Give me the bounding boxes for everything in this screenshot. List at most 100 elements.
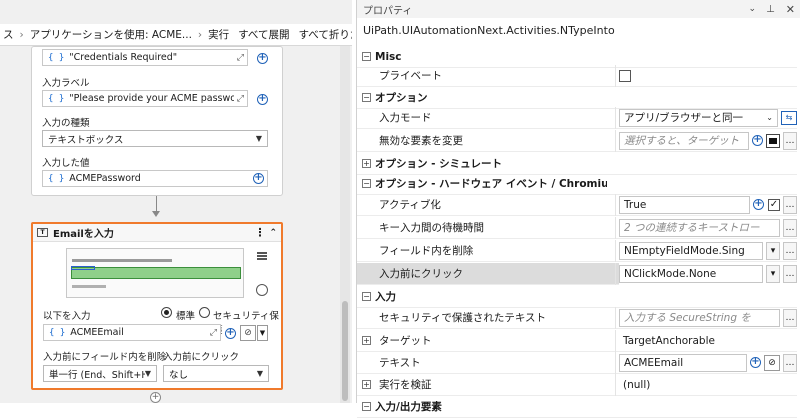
close-icon[interactable]: ✕ bbox=[780, 3, 800, 16]
collapse-toggle-icon[interactable]: − bbox=[362, 179, 371, 188]
scrollbar-thumb[interactable] bbox=[342, 301, 348, 401]
target-screenshot[interactable] bbox=[66, 248, 244, 298]
hide-eye-icon[interactable]: ⊘ bbox=[764, 354, 780, 371]
eye-dropdown-chevron-icon[interactable]: ▼ bbox=[257, 325, 268, 341]
designer-scrollbar[interactable] bbox=[340, 46, 350, 403]
prop-input-mode[interactable]: 入力モード アプリ/ブラウザーと同一 ⌄ ⇆ bbox=[357, 107, 797, 129]
collapse-toggle-icon[interactable]: − bbox=[362, 93, 371, 102]
dropdown-arrow-icon[interactable]: ▾ bbox=[766, 241, 780, 260]
prop-verify[interactable]: + 実行を検証 (null) bbox=[357, 374, 797, 396]
type-into-email-activity[interactable]: T Emailを入力 ⋮ ⌃ 以下を入力 標準 セキュリティ保護 { } ACM… bbox=[31, 222, 283, 390]
collapse-icon[interactable]: ⌃ bbox=[269, 228, 277, 238]
prop-text[interactable]: テキスト ACMEEmail + ⊘ … bbox=[357, 352, 797, 374]
breadcrumb-item-2[interactable]: アプリケーションを使用: ACME... bbox=[27, 27, 195, 42]
prop-activate[interactable]: アクティブ化 True + ✓ … bbox=[357, 194, 797, 216]
clear-field-dropdown[interactable]: 単一行 (End、Shift+Hom ▼ bbox=[43, 365, 157, 382]
ellipsis-button[interactable]: … bbox=[783, 218, 797, 237]
click-before-input[interactable]: NClickMode.None bbox=[619, 264, 763, 283]
email-input-field[interactable]: { } ACMEEmail ⤢ bbox=[43, 324, 221, 341]
ellipsis-button[interactable]: … bbox=[783, 195, 797, 214]
pin-icon[interactable]: ⊥ bbox=[761, 4, 780, 15]
breadcrumb-item-1[interactable]: ス bbox=[0, 27, 17, 42]
more-options-icon[interactable]: ⋮ bbox=[250, 226, 269, 239]
ellipsis-button[interactable]: … bbox=[783, 264, 797, 283]
category-inout[interactable]: − 入力/出力要素 bbox=[357, 396, 797, 418]
activate-checkbox[interactable]: ✓ bbox=[768, 198, 780, 211]
click-before-dropdown[interactable]: なし ▼ bbox=[163, 365, 269, 382]
prop-key-delay[interactable]: キー入力間の待機時間 2 つの連続するキーストロー … bbox=[357, 217, 797, 239]
plus-icon[interactable]: + bbox=[753, 199, 764, 210]
plus-icon[interactable]: + bbox=[253, 173, 264, 184]
input-value-field[interactable]: { } ACMEPassword + bbox=[42, 170, 268, 187]
prop-click-before[interactable]: 入力前にクリック NClickMode.None ▾ … bbox=[357, 262, 797, 285]
designer-panel: ス › アプリケーションを使用: ACME... › 実行 すべて展開 すべて折… bbox=[0, 0, 352, 403]
properties-panel: プロパティ ⌄ ⊥ ✕ UiPath.UIAutomationNext.Acti… bbox=[356, 0, 800, 418]
panel-title-bar: プロパティ ⌄ ⊥ ✕ bbox=[357, 0, 800, 18]
expand-icon[interactable]: ⤢ bbox=[234, 53, 247, 63]
collapse-toggle-icon[interactable]: − bbox=[362, 292, 371, 301]
category-hardware-events[interactable]: − オプション - ハードウェア イベント / Chromium API bbox=[357, 173, 797, 195]
plus-icon[interactable]: + bbox=[225, 328, 236, 339]
target-highlight bbox=[71, 267, 241, 279]
ellipsis-button[interactable]: … bbox=[783, 241, 797, 260]
hide-eye-icon[interactable]: ⊘ bbox=[240, 325, 256, 341]
category-input[interactable]: − 入力 bbox=[357, 286, 797, 308]
prop-private[interactable]: プライベート bbox=[357, 65, 797, 87]
activity-type-name: UiPath.UIAutomationNext.Activities.NType… bbox=[363, 24, 615, 37]
checkbox-filled-icon[interactable] bbox=[766, 133, 780, 148]
expand-toggle-icon[interactable]: + bbox=[362, 380, 371, 389]
expand-icon[interactable]: ⤢ bbox=[207, 328, 220, 338]
radio-standard[interactable] bbox=[161, 307, 172, 318]
input-dialog-activity[interactable]: { } "Credentials Required" ⤢ + 入力ラベル { }… bbox=[31, 46, 283, 196]
activate-input[interactable]: True bbox=[619, 195, 750, 214]
collapse-all-button[interactable]: すべて折りたたむ bbox=[292, 27, 352, 42]
radio-secure[interactable] bbox=[199, 307, 210, 318]
plus-icon[interactable]: + bbox=[750, 357, 761, 368]
expand-toggle-icon[interactable]: + bbox=[362, 159, 371, 168]
dropdown-arrow-icon[interactable]: ▾ bbox=[766, 264, 780, 283]
prop-change-disabled[interactable]: 無効な要素を変更 選択すると、ターゲット + … bbox=[357, 130, 797, 152]
activity-title: Emailを入力 bbox=[53, 229, 114, 240]
ellipsis-button[interactable]: … bbox=[783, 131, 797, 150]
plus-icon[interactable]: + bbox=[257, 94, 268, 105]
chevron-down-icon[interactable]: ⌄ bbox=[744, 4, 762, 14]
collapse-toggle-icon[interactable]: − bbox=[362, 52, 371, 61]
expression-icon: { } bbox=[48, 52, 65, 63]
title-field[interactable]: { } "Credentials Required" ⤢ bbox=[42, 49, 248, 66]
key-delay-input[interactable]: 2 つの連続するキーストロー bbox=[619, 218, 780, 237]
expand-toggle-icon[interactable]: + bbox=[362, 336, 371, 345]
expand-icon[interactable]: ⤢ bbox=[234, 94, 247, 104]
expand-all-button[interactable]: すべて展開 bbox=[232, 27, 292, 42]
click-before-label: 入力前にクリック bbox=[163, 352, 240, 363]
chevron-down-icon: ▼ bbox=[256, 369, 263, 378]
private-checkbox[interactable] bbox=[619, 69, 631, 82]
link-target-icon[interactable]: ⇆ bbox=[781, 110, 797, 125]
radio-standard-label: 標準 bbox=[176, 311, 196, 322]
chevron-down-icon: ▼ bbox=[255, 134, 262, 143]
ellipsis-button[interactable]: … bbox=[783, 353, 797, 372]
menu-icon-mid bbox=[257, 255, 267, 257]
input-label-field[interactable]: { } "Please provide your ACME password."… bbox=[42, 90, 248, 107]
prop-empty-field[interactable]: フィールド内を削除 NEmptyFieldMode.Sing ▾ … bbox=[357, 240, 797, 262]
breadcrumb-item-3[interactable]: 実行 bbox=[205, 27, 232, 42]
empty-field-input[interactable]: NEmptyFieldMode.Sing bbox=[619, 241, 763, 260]
prop-secure-text[interactable]: セキュリティで保護されたテキスト 入力する SecureString を … bbox=[357, 307, 797, 329]
text-input[interactable]: ACMEEmail bbox=[619, 353, 747, 372]
change-disabled-input[interactable]: 選択すると、ターゲット bbox=[619, 131, 749, 150]
chevron-right-icon: › bbox=[19, 28, 24, 41]
prop-target[interactable]: + ターゲット TargetAnchorable bbox=[357, 330, 797, 352]
add-activity-icon[interactable]: + bbox=[150, 392, 161, 403]
plus-icon[interactable]: + bbox=[752, 135, 763, 146]
expression-icon: { } bbox=[48, 93, 65, 104]
target-indicator-icon[interactable] bbox=[256, 284, 268, 296]
secure-text-input[interactable]: 入力する SecureString を bbox=[619, 308, 780, 327]
input-mode-dropdown[interactable]: アプリ/ブラウザーと同一 ⌄ bbox=[619, 108, 778, 127]
ellipsis-button[interactable]: … bbox=[783, 308, 797, 327]
clear-field-label: 入力前にフィールド内を削除 bbox=[43, 352, 167, 363]
expression-icon: { } bbox=[49, 327, 66, 338]
screenshot-text-line bbox=[72, 285, 106, 288]
collapse-toggle-icon[interactable]: − bbox=[362, 402, 371, 411]
input-type-dropdown[interactable]: テキストボックス ▼ bbox=[42, 130, 268, 147]
input-with-label: 以下を入力 bbox=[43, 311, 91, 322]
plus-icon[interactable]: + bbox=[257, 53, 268, 64]
